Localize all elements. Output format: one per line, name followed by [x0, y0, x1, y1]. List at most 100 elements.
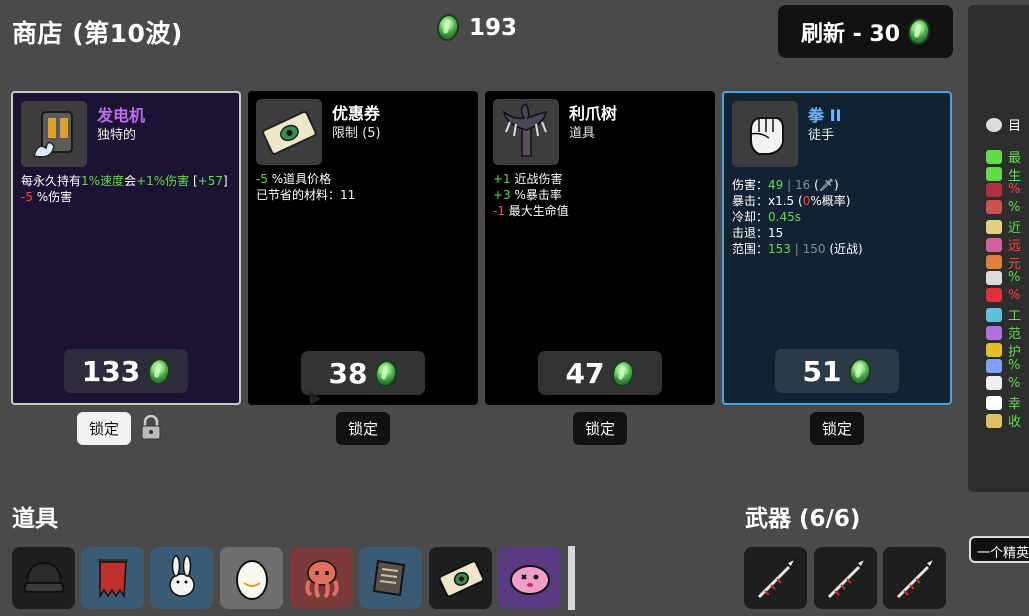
stat-label: 远	[1008, 239, 1022, 254]
egg-icon[interactable]	[220, 547, 283, 609]
reroll-label: 刷新 - 30	[800, 21, 901, 47]
stat-label: 近	[1008, 221, 1022, 237]
stat-row[interactable]: 最	[986, 147, 1021, 166]
stat-row[interactable]: 收	[986, 411, 1021, 430]
stat-row[interactable]: 范	[986, 323, 1021, 342]
card-class: 徒手	[808, 128, 835, 143]
stat-icon	[986, 167, 1002, 182]
description-segment: 范围：	[732, 242, 769, 256]
stat-row[interactable]: 生	[986, 165, 1021, 184]
card-name: 优惠券	[332, 104, 381, 123]
stat-row[interactable]: 远	[986, 235, 1021, 254]
stat-label: 最	[1008, 151, 1022, 166]
shop-card-fist[interactable]: 拳 II 徒手 伤害：49 | 16 (🗡) 暴击：x1.5 (0%概率) 冷却：0…	[722, 91, 952, 405]
stat-row[interactable]: %	[986, 200, 1020, 215]
material-coin-icon	[846, 355, 875, 387]
description-segment: -5	[256, 172, 268, 186]
stat-icon	[986, 237, 1002, 252]
scroll-icon[interactable]	[359, 547, 422, 609]
description-segment: (近战)	[829, 242, 863, 256]
stat-row[interactable]: 工	[986, 305, 1021, 324]
rabbit-icon[interactable]	[150, 547, 213, 609]
description-line: -5 %道具价格	[256, 171, 474, 187]
description-segment: (🗡)	[814, 178, 839, 192]
stat-row[interactable]: %	[986, 376, 1020, 391]
description-segment: %概率)	[810, 194, 851, 208]
material-coin-icon	[372, 357, 401, 389]
stat-label: 幸	[1008, 397, 1022, 413]
shop-card-coupon[interactable]: 优惠券 限制 (5) -5 %道具价格 已节省的材料：11 38	[248, 91, 478, 405]
card-description: +1 近战伤害 +3 %暴击率 -1 最大生命值	[493, 171, 711, 219]
description-segment: | 16	[783, 178, 815, 192]
description-segment: %道具价格	[267, 172, 332, 186]
stat-label: 元	[1008, 256, 1022, 272]
description-segment: 击退：15	[732, 226, 784, 240]
pink-blob-icon[interactable]	[498, 547, 561, 609]
stat-icon	[986, 413, 1002, 428]
stat-label: 生	[1008, 168, 1022, 184]
spear-icon[interactable]	[744, 547, 807, 609]
items-scrollbar[interactable]	[568, 546, 575, 610]
stat-label: %	[1008, 358, 1021, 374]
items-section-title: 道具	[12, 506, 58, 532]
stat-label: 护	[1008, 344, 1022, 360]
reroll-button[interactable]: 刷新 - 30	[778, 5, 953, 58]
octopus-icon[interactable]	[290, 547, 353, 609]
stat-row[interactable]: 幸	[986, 393, 1021, 412]
shop-card-generator[interactable]: 发电机 独特的 每永久持有1%速度会+1%伤害 [+57] -5 %伤害 133	[11, 91, 241, 405]
material-coin-icon	[434, 12, 462, 43]
gold-counter: 193	[434, 12, 518, 43]
stat-label: 收	[1008, 415, 1022, 430]
beanie-icon[interactable]	[12, 547, 75, 609]
shop-card-claw-tree[interactable]: 利爪树 道具 +1 近战伤害 +3 %暴击率 -1 最大生命值 47	[485, 91, 715, 405]
banner-icon[interactable]	[81, 547, 144, 609]
buy-price-button[interactable]: 47	[538, 351, 662, 395]
stat-icon	[986, 219, 1002, 234]
lock-button-claw-tree[interactable]: 锁定	[573, 412, 627, 445]
stat-row[interactable]: %	[986, 288, 1020, 303]
stat-label: %	[1008, 287, 1021, 303]
stat-row[interactable]: 护	[986, 341, 1021, 360]
lock-button-coupon[interactable]: 锁定	[336, 412, 390, 445]
card-rarity: 道具	[569, 126, 596, 141]
stat-icon	[986, 149, 1002, 164]
coupon-icon[interactable]	[429, 547, 492, 609]
lock-button-generator[interactable]: 锁定	[77, 412, 131, 445]
spear-icon[interactable]	[814, 547, 877, 609]
card-name: 利爪树	[569, 104, 618, 123]
description-line: 已节省的材料：11	[256, 187, 474, 203]
gold-amount: 193	[469, 14, 518, 41]
price-value: 133	[81, 354, 141, 388]
description-segment: [	[189, 174, 198, 188]
coupon-icon	[256, 99, 322, 165]
stat-row[interactable]: %	[986, 270, 1020, 285]
stat-icon	[986, 200, 1002, 215]
stat-row[interactable]: 近	[986, 217, 1021, 236]
description-line: -1 最大生命值	[493, 203, 711, 219]
description-segment: ]	[223, 174, 228, 188]
stat-label: %	[1008, 182, 1021, 198]
stat-row[interactable]: 元	[986, 253, 1021, 272]
buy-price-button[interactable]: 38	[301, 351, 425, 395]
description-segment: +1	[493, 172, 511, 186]
stat-label: 范	[1008, 327, 1022, 342]
buy-price-button[interactable]: 133	[64, 349, 188, 393]
stat-label: %	[1008, 199, 1021, 215]
stat-row[interactable]: %	[986, 358, 1020, 373]
buy-price-button[interactable]: 51	[775, 349, 899, 393]
spear-icon[interactable]	[883, 547, 946, 609]
stat-icon	[986, 288, 1002, 303]
stat-icon	[986, 307, 1002, 322]
stat-icon	[986, 255, 1002, 270]
stat-label: 工	[1008, 309, 1022, 325]
description-segment: 49	[768, 178, 784, 192]
stat-row[interactable]: %	[986, 182, 1020, 197]
description-line: 每永久持有1%速度会+1%伤害 [+57]	[21, 173, 239, 189]
description-line: 范围：153 | 150 (近战)	[732, 241, 950, 257]
price-value: 51	[802, 354, 842, 388]
fist-icon	[732, 101, 798, 167]
description-segment: 每永久持有	[21, 174, 82, 188]
description-segment: 已节省的材料：11	[256, 188, 356, 202]
lock-button-fist[interactable]: 锁定	[810, 412, 864, 445]
description-segment: 会	[124, 174, 137, 188]
